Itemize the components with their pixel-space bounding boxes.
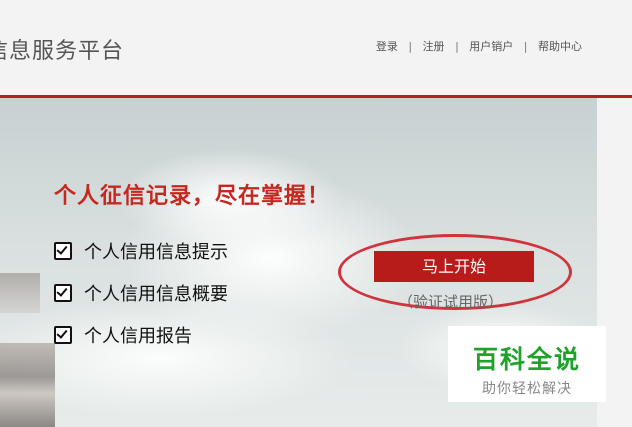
login-link[interactable]: 登录 (376, 40, 398, 53)
help-center-link[interactable]: 帮助中心 (538, 40, 582, 53)
feature-label: 个人信用信息提示 (84, 242, 228, 263)
top-links: 登录 | 注册 | 用户销户 | 帮助中心 (376, 38, 582, 54)
watermark-subtitle: 助你轻松解决 (482, 381, 572, 397)
checkbox-checked-icon (54, 284, 72, 302)
watermark-title: 百科全说 (472, 345, 581, 374)
feature-item: 个人信用信息概要 (54, 280, 228, 306)
feature-item: 个人信用信息提示 (54, 238, 228, 264)
feature-item: 个人信用报告 (54, 322, 192, 348)
feature-label: 个人信用报告 (84, 326, 192, 347)
site-title: 信息服务平台 (0, 39, 125, 64)
start-button[interactable]: 马上开始 (374, 251, 534, 282)
link-separator: | (455, 40, 459, 53)
checkbox-checked-icon (54, 326, 72, 344)
register-link[interactable]: 注册 (423, 40, 445, 53)
checkbox-checked-icon (54, 242, 72, 260)
link-separator: | (408, 40, 413, 53)
link-separator: | (523, 40, 528, 53)
header: 信息服务平台 登录 | 注册 | 用户销户 | 帮助中心 (0, 0, 632, 95)
feature-label: 个人信用信息概要 (84, 284, 228, 305)
watermark-logo: 百科全说 助你轻松解决 (448, 326, 606, 402)
paper-stack-image (0, 343, 55, 427)
banner-headline: 个人征信记录，尽在掌握！ (54, 184, 331, 209)
cancel-account-link[interactable]: 用户销户 (469, 40, 513, 53)
paper-stack-image (0, 273, 40, 313)
trial-version-note: （验证试用版） (398, 293, 504, 311)
